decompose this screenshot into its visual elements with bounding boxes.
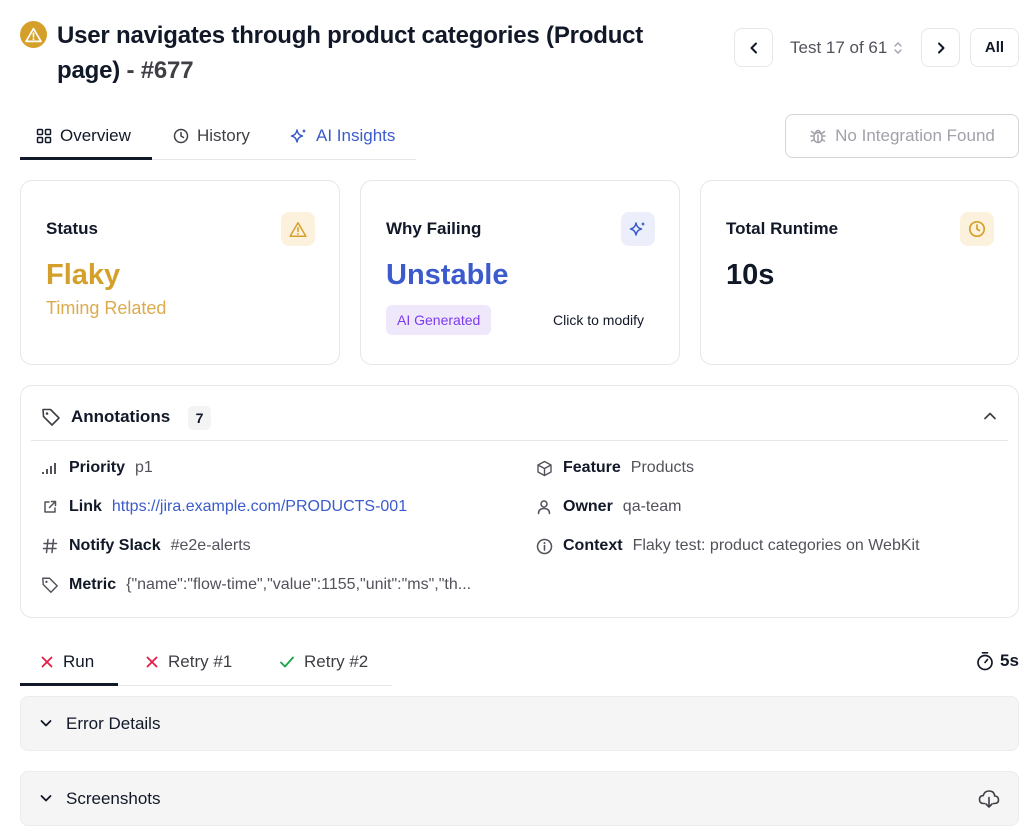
chevron-right-icon: [937, 42, 944, 53]
x-icon: [41, 656, 53, 668]
clock-icon: [173, 128, 189, 144]
clock-icon: [960, 212, 994, 246]
click-to-modify-link[interactable]: Click to modify: [553, 312, 644, 328]
annotation-value: Flaky test: product categories on WebKit: [632, 537, 920, 554]
tab-run[interactable]: Run: [40, 640, 94, 684]
annotation-value: #e2e-alerts: [170, 537, 251, 554]
flaky-warning-icon: [20, 21, 47, 48]
chevron-down-icon: [40, 795, 52, 802]
annotation-notify-slack: Notify Slack #e2e-alerts: [41, 534, 251, 558]
annotation-value: Products: [630, 459, 694, 476]
detail-tabs: Overview History AI Insights: [20, 113, 416, 160]
tab-run-label: Run: [63, 652, 95, 671]
annotations-title: Annotations: [71, 407, 171, 426]
status-card-label: Status: [46, 219, 98, 238]
tab-retry-1[interactable]: Retry #1: [145, 640, 232, 684]
page-title: User navigates through product categorie…: [57, 18, 697, 88]
tab-retry-2-label: Retry #2: [304, 652, 369, 671]
tab-history-label: History: [197, 126, 250, 145]
annotation-value: {"name":"flow-time","value":1155,"unit":…: [126, 576, 472, 593]
info-icon: [535, 537, 553, 555]
annotations-panel: Annotations 7 Priority p1 Link https://j…: [20, 385, 1019, 618]
attempt-duration: 5s: [976, 651, 1019, 671]
integration-button[interactable]: No Integration Found: [785, 114, 1019, 158]
check-icon: [280, 656, 294, 668]
stopwatch-icon: [977, 651, 993, 671]
annotation-key: Link: [69, 498, 102, 515]
previous-test-button[interactable]: [734, 28, 773, 67]
error-details-section[interactable]: Error Details: [20, 696, 1019, 751]
status-card: Status Flaky Timing Related: [20, 180, 340, 365]
grid-icon: [36, 128, 52, 144]
runtime-value: 10s: [726, 259, 775, 291]
active-tab-indicator: [20, 157, 152, 160]
annotation-context: Context Flaky test: product categories o…: [535, 534, 920, 558]
annotation-priority: Priority p1: [41, 456, 153, 480]
tab-ai-insights[interactable]: AI Insights: [290, 113, 395, 159]
why-failing-card[interactable]: Why Failing Unstable AI Generated Click …: [360, 180, 680, 365]
why-failing-label: Why Failing: [386, 219, 482, 238]
box-icon: [535, 459, 553, 477]
annotation-feature: Feature Products: [535, 456, 694, 480]
tab-ai-insights-label: AI Insights: [316, 126, 396, 145]
annotation-key: Notify Slack: [69, 537, 161, 554]
tab-overview-label: Overview: [60, 126, 131, 145]
bug-icon: [810, 129, 826, 144]
tab-retry-1-label: Retry #1: [168, 652, 233, 671]
annotation-link: Link https://jira.example.com/PRODUCTS-0…: [41, 495, 407, 519]
x-icon: [146, 656, 158, 668]
annotation-metric: Metric {"name":"flow-time","value":1155,…: [41, 573, 471, 597]
runtime-card: Total Runtime 10s: [700, 180, 1019, 365]
annotation-key: Context: [563, 537, 623, 554]
annotation-value: qa-team: [622, 498, 682, 515]
duration-value: 5s: [1000, 651, 1019, 670]
tag-icon: [41, 576, 59, 594]
annotation-key: Priority: [69, 459, 126, 476]
integration-label: No Integration Found: [835, 126, 995, 145]
runtime-label: Total Runtime: [726, 219, 839, 238]
annotation-link-url[interactable]: https://jira.example.com/PRODUCTS-001: [112, 498, 407, 516]
chevron-up-icon: [984, 412, 996, 420]
screenshots-label: Screenshots: [66, 789, 161, 808]
why-failing-value: Unstable: [386, 259, 509, 291]
annotation-key: Metric: [69, 576, 117, 593]
sparkles-icon: [621, 212, 655, 246]
test-counter-label: Test 17 of 61: [790, 38, 888, 57]
hash-icon: [41, 537, 59, 555]
active-attempt-indicator: [20, 683, 118, 686]
next-test-button[interactable]: [921, 28, 960, 67]
cloud-download-icon[interactable]: [978, 789, 1000, 809]
warning-icon: [281, 212, 315, 246]
annotation-owner: Owner qa-team: [535, 495, 682, 519]
attempt-tabs: Run Retry #1 Retry #2: [20, 640, 392, 686]
all-tests-button[interactable]: All: [970, 28, 1019, 67]
annotation-value: p1: [135, 459, 153, 476]
tab-retry-2[interactable]: Retry #2: [279, 640, 368, 684]
chevron-down-icon: [40, 720, 52, 727]
status-reason: Timing Related: [46, 298, 167, 318]
screenshots-section[interactable]: Screenshots: [20, 771, 1019, 826]
tab-overview[interactable]: Overview: [36, 113, 131, 159]
tab-history[interactable]: History: [173, 113, 250, 159]
ai-generated-badge: AI Generated: [386, 305, 492, 335]
status-value: Flaky: [46, 259, 121, 291]
annotations-header[interactable]: Annotations 7: [31, 386, 1008, 441]
test-number: - #677: [126, 57, 194, 84]
tag-icon: [42, 408, 60, 426]
chevron-left-icon: [750, 42, 757, 53]
annotation-key: Owner: [563, 498, 613, 515]
user-icon: [535, 498, 553, 516]
sparkles-icon: [290, 128, 307, 143]
signal-bars-icon: [41, 459, 59, 477]
annotations-count: 7: [188, 406, 211, 430]
external-link-icon: [41, 498, 59, 516]
chevron-up-down-icon: [894, 42, 903, 54]
annotation-key: Feature: [563, 459, 621, 476]
error-details-label: Error Details: [66, 714, 161, 733]
test-selector[interactable]: Test 17 of 61: [790, 36, 903, 60]
